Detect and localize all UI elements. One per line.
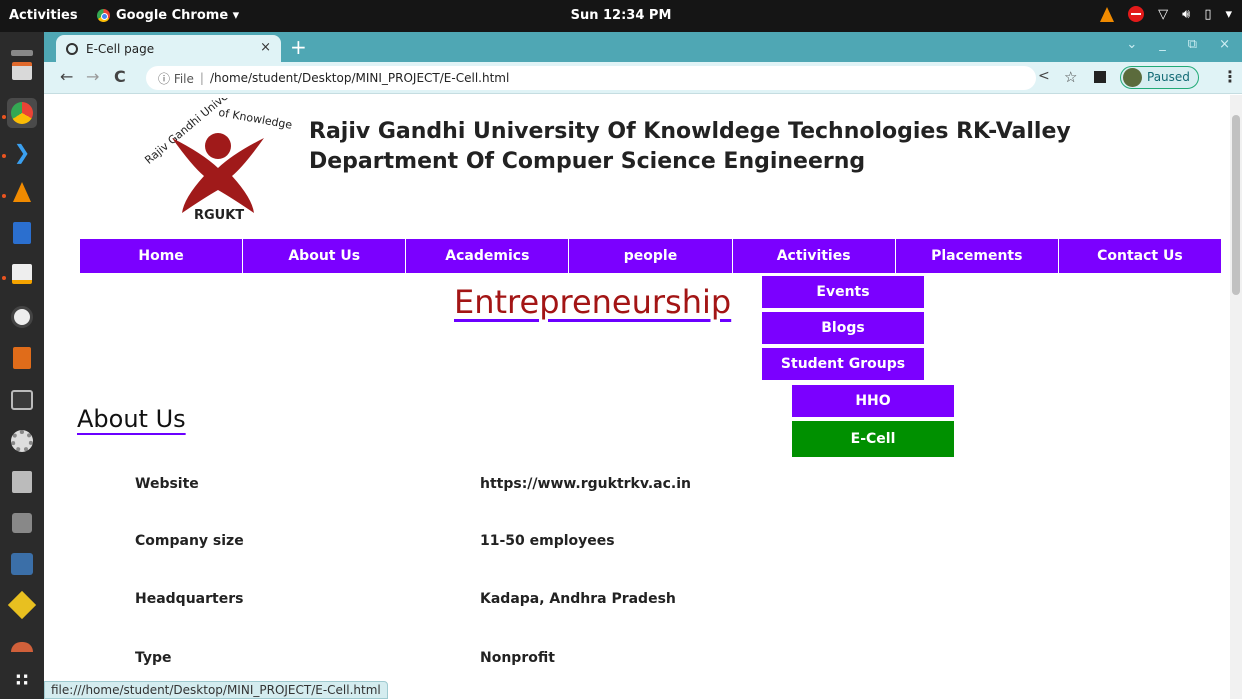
impress-icon[interactable] — [7, 343, 37, 373]
info-key: Headquarters — [135, 591, 244, 607]
do-not-disturb-icon[interactable] — [1128, 6, 1145, 22]
link-status-bubble: file:///home/student/Desktop/MINI_PROJEC… — [44, 681, 388, 699]
system-clock[interactable]: Sun 12:34 PM — [0, 8, 1242, 23]
remmina-icon[interactable] — [7, 632, 37, 662]
running-indicator — [2, 154, 6, 158]
running-indicator — [2, 194, 6, 198]
tab-strip: E-Cell page × + ⌄ _ ⧉ × — [44, 32, 1242, 62]
text-editor-icon[interactable] — [7, 259, 37, 289]
terminal-icon[interactable] — [7, 385, 37, 415]
system-tray[interactable]: ▽ 🔊︎ ▯ ▾ — [1100, 6, 1232, 22]
address-bar[interactable]: ⓘ File | /home/student/Desktop/MINI_PROJ… — [146, 66, 1036, 90]
software-updater-icon[interactable] — [7, 302, 37, 332]
profile-paused-button[interactable]: Paused — [1120, 66, 1199, 89]
globe-icon — [66, 42, 78, 55]
tab-search-button[interactable]: ⌄ — [1126, 37, 1137, 52]
page-viewport: Rajiv Gandhi University of Knowledge Tec… — [44, 95, 1230, 699]
package-installer-icon[interactable] — [7, 590, 37, 620]
vscode-icon[interactable]: ❯ — [7, 137, 37, 167]
page-heading: Entrepreneurship — [454, 283, 732, 321]
window-close-button[interactable]: × — [1219, 37, 1230, 52]
site-title-line1: Rajiv Gandhi University Of Knowldege Tec… — [309, 119, 1071, 144]
vlc-icon[interactable] — [7, 177, 37, 207]
info-value: 11-50 employees — [480, 533, 615, 549]
system-top-bar: Activities Google Chrome ▾ Sun 12:34 PM … — [0, 0, 1242, 32]
tab-e-cell[interactable]: E-Cell page × — [56, 35, 281, 62]
info-value: Nonprofit — [480, 650, 555, 666]
back-arrow-icon[interactable]: ← — [60, 67, 73, 86]
forward-arrow-icon[interactable]: → — [86, 67, 99, 86]
show-applications-icon[interactable]: ∷ — [7, 665, 37, 695]
side-panel-icon[interactable] — [1094, 71, 1106, 83]
logo-text: RGUKT — [194, 208, 244, 223]
minimize-button[interactable]: _ — [1159, 37, 1166, 52]
chrome-menu-icon[interactable]: ⋮ — [1222, 67, 1238, 86]
nav-activities[interactable]: Activities — [732, 239, 896, 273]
website-link[interactable]: https://www.rguktrkv.ac.in — [480, 476, 691, 492]
nav-academics[interactable]: Academics — [406, 239, 570, 273]
menu-item-student-groups[interactable]: Student Groups — [762, 348, 924, 382]
submenu-item-e-cell[interactable]: E-Cell — [792, 421, 954, 457]
new-tab-button[interactable]: + — [290, 35, 307, 59]
info-key: Type — [135, 650, 172, 666]
vlc-tray-icon[interactable] — [1100, 6, 1115, 22]
avatar — [1123, 68, 1142, 87]
nav-home[interactable]: Home — [80, 239, 244, 273]
site-title-line2: Department Of Compuer Science Engineerng — [309, 149, 866, 174]
share-icon[interactable]: < — [1038, 68, 1050, 84]
wifi-icon: ▽ — [1158, 6, 1169, 22]
tab-title: E-Cell page — [86, 41, 155, 56]
menu-item-blogs[interactable]: Blogs — [762, 312, 924, 346]
files-manager-icon[interactable] — [7, 56, 37, 86]
site-title: Rajiv Gandhi University Of Knowldege Tec… — [309, 117, 1071, 177]
address-divider: | — [199, 71, 204, 85]
system-menu-arrow-icon: ▾ — [1225, 6, 1232, 22]
menu-item-events[interactable]: Events — [762, 276, 924, 310]
main-nav: Home About Us Academics people Activitie… — [80, 239, 1221, 273]
writer-icon[interactable] — [7, 218, 37, 248]
dock: ❯ ∷ — [0, 32, 44, 699]
disk-image-icon[interactable] — [7, 508, 37, 538]
address-url[interactable]: /home/student/Desktop/MINI_PROJECT/E-Cel… — [210, 71, 509, 85]
chrome-dock-icon[interactable] — [7, 98, 37, 128]
nav-about-us[interactable]: About Us — [243, 239, 407, 273]
nav-contact-us[interactable]: Contact Us — [1058, 239, 1221, 273]
page-scrollbar[interactable] — [1230, 95, 1242, 699]
mysql-workbench-icon[interactable] — [7, 549, 37, 579]
window-controls: ⌄ _ ⧉ × — [1126, 37, 1230, 52]
volume-icon: 🔊︎ — [1182, 6, 1191, 22]
info-key: Company size — [135, 533, 244, 549]
battery-icon: ▯ — [1204, 6, 1212, 22]
texmaker-icon[interactable] — [7, 467, 37, 497]
settings-icon[interactable] — [7, 426, 37, 456]
reload-icon[interactable]: C — [114, 67, 126, 86]
rgukt-logo: Rajiv Gandhi University of Knowledge Tec… — [132, 98, 304, 225]
nav-people[interactable]: people — [569, 239, 733, 273]
submenu-item-hho[interactable]: HHO — [792, 385, 954, 419]
running-indicator — [2, 115, 6, 119]
about-heading: About Us — [77, 405, 186, 433]
maximize-button[interactable]: ⧉ — [1188, 37, 1197, 52]
bookmark-star-icon[interactable]: ☆ — [1064, 68, 1077, 86]
browser-toolbar: ← → C ⓘ File | /home/student/Desktop/MIN… — [44, 62, 1242, 94]
running-indicator — [2, 276, 6, 280]
info-value: Kadapa, Andhra Pradesh — [480, 591, 676, 607]
info-key: Website — [135, 476, 199, 492]
scrollbar-thumb[interactable] — [1232, 115, 1240, 295]
tab-close-button[interactable]: × — [260, 40, 271, 55]
profile-status-label: Paused — [1147, 70, 1190, 84]
nav-placements[interactable]: Placements — [895, 239, 1059, 273]
site-info-label[interactable]: ⓘ File — [158, 70, 194, 87]
